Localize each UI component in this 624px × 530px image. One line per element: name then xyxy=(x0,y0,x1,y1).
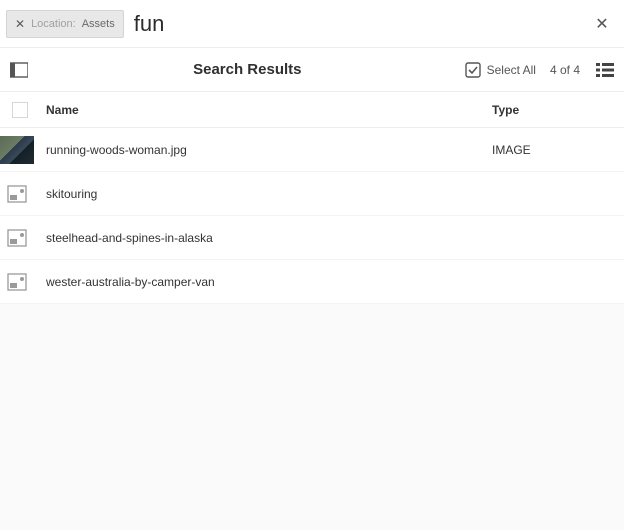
results-list: running-woods-woman.jpg IMAGE skitouring… xyxy=(0,128,624,304)
result-name: steelhead-and-spines-in-alaska xyxy=(46,231,492,245)
rail-toggle-icon[interactable] xyxy=(8,59,30,81)
chip-key: Location: xyxy=(31,18,76,30)
result-name: skitouring xyxy=(46,187,492,201)
header-checkbox[interactable] xyxy=(12,102,28,118)
header-name[interactable]: Name xyxy=(46,103,492,117)
select-all-label: Select All xyxy=(487,63,536,77)
results-toolbar: Search Results Select All 4 of 4 xyxy=(0,48,624,92)
thumbnail-page-icon xyxy=(0,268,34,296)
view-switcher-icon[interactable] xyxy=(594,59,616,81)
select-all-button[interactable]: Select All xyxy=(465,62,536,78)
thumbnail-image-icon xyxy=(0,136,34,164)
result-count: 4 of 4 xyxy=(550,63,580,77)
result-name: wester-australia-by-camper-van xyxy=(46,275,492,289)
thumbnail-page-icon xyxy=(0,224,34,252)
result-row[interactable]: running-woods-woman.jpg IMAGE xyxy=(0,128,624,172)
result-row[interactable]: skitouring xyxy=(0,172,624,216)
results-title: Search Results xyxy=(30,61,465,78)
close-icon[interactable]: ✕ xyxy=(586,8,618,40)
thumbnail-page-icon xyxy=(0,180,34,208)
filter-chip-location[interactable]: ✕ Location: Assets xyxy=(6,10,124,38)
result-row[interactable]: wester-australia-by-camper-van xyxy=(0,260,624,304)
chip-remove-icon[interactable]: ✕ xyxy=(15,17,25,31)
result-name: running-woods-woman.jpg xyxy=(46,143,492,157)
select-all-icon xyxy=(465,62,481,78)
results-header: Name Type xyxy=(0,92,624,128)
result-row[interactable]: steelhead-and-spines-in-alaska xyxy=(0,216,624,260)
header-type[interactable]: Type xyxy=(492,103,612,117)
chip-value: Assets xyxy=(82,18,115,30)
search-input[interactable] xyxy=(134,0,586,47)
search-bar: ✕ Location: Assets ✕ xyxy=(0,0,624,48)
result-type: IMAGE xyxy=(492,143,612,157)
